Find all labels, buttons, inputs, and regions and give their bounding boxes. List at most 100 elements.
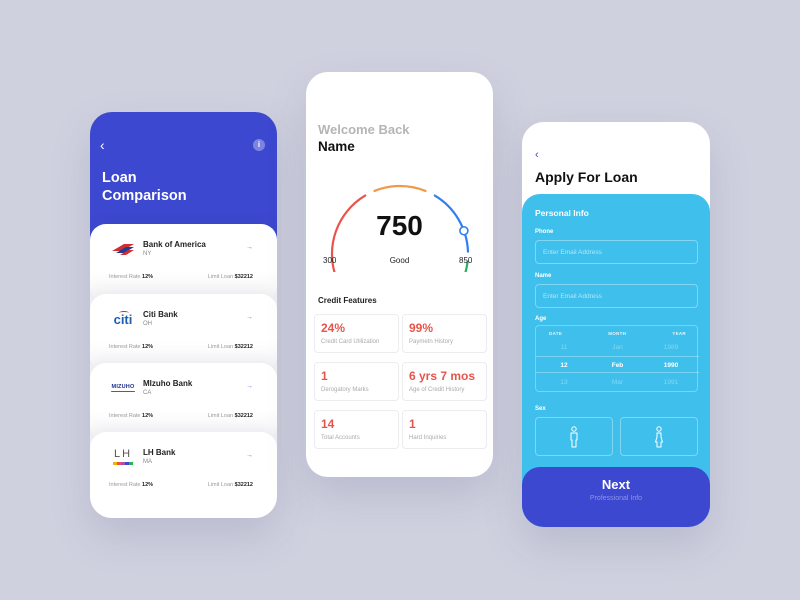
bank-card-bank-of-america[interactable]: Bank of America NY → Interest Rate 12% L… xyxy=(90,224,277,302)
bank-state: OH xyxy=(143,321,152,327)
feature-label: Total Accounts xyxy=(321,435,360,441)
limit-label: Limit Loan xyxy=(207,274,234,280)
bank-card-lh[interactable]: LH LH Bank MA → Interest Rate 12% Limit … xyxy=(90,432,277,518)
interest-label: Interest Rate xyxy=(109,482,141,488)
page-title: Apply For Loan xyxy=(535,169,638,185)
back-chevron-icon[interactable]: ‹ xyxy=(535,149,539,161)
date-picker[interactable]: DATE MONTH YEAR 11 Jan 1989 12 Feb 1990 … xyxy=(535,325,699,392)
feature-card-payment-history[interactable]: 99% Paymetn History xyxy=(402,314,487,353)
welcome-text: Welcome Back xyxy=(318,122,410,137)
sex-label: Sex xyxy=(535,406,546,412)
arrow-right-icon[interactable]: → xyxy=(246,244,253,251)
feature-label: Credit Card Utilization xyxy=(321,339,380,345)
picker-month: Jan xyxy=(612,344,623,351)
name-input[interactable] xyxy=(535,284,698,308)
interest-value: 12% xyxy=(142,344,154,350)
interest-value: 12% xyxy=(142,482,154,488)
gauge-segment-orange xyxy=(373,184,427,193)
next-button[interactable]: Next Professional Info xyxy=(522,467,710,527)
info-icon[interactable]: i xyxy=(253,139,265,151)
back-chevron-icon[interactable]: ‹ xyxy=(100,138,105,152)
bank-card-citi[interactable]: citi Citi Bank OH → Interest Rate 12% Li… xyxy=(90,294,277,372)
limit-value: $32212 xyxy=(234,413,253,419)
credit-features-title: Credit Features xyxy=(318,296,377,305)
lh-color-bar xyxy=(113,462,133,465)
limit-loan: Limit Loan $32212 xyxy=(208,413,253,419)
user-name: Name xyxy=(318,139,355,154)
year-header: YEAR xyxy=(672,331,686,336)
picker-year: 1990 xyxy=(663,362,679,369)
picker-row-prev[interactable]: 11 Jan 1989 xyxy=(536,339,699,356)
bank-card-mizuho[interactable]: MIZUHO MIzuho Bank CA → Interest Rate 12… xyxy=(90,363,277,441)
feature-value: 1 xyxy=(409,417,416,431)
feature-value: 6 yrs 7 mos xyxy=(409,369,476,383)
date-header: DATE xyxy=(549,331,563,336)
limit-value: $32212 xyxy=(234,344,253,350)
picker-date: 11 xyxy=(560,344,568,351)
interest-rate: Interest Rate 12% xyxy=(109,344,153,350)
interest-rate: Interest Rate 12% xyxy=(109,274,153,280)
limit-loan: Limit Loan $32212 xyxy=(208,344,253,350)
limit-label: Limit Loan xyxy=(207,482,234,488)
feature-label: Derogatory Marks xyxy=(321,387,369,393)
age-label: Age xyxy=(535,316,547,322)
picker-year: 1991 xyxy=(663,379,679,386)
name-label: Name xyxy=(535,273,552,279)
feature-card-derogatory-marks[interactable]: 1 Derogatory Marks xyxy=(314,362,399,401)
interest-rate: Interest Rate 12% xyxy=(109,413,153,419)
phone-label: Phone xyxy=(535,229,554,235)
picker-row-next[interactable]: 13 Mar 1991 xyxy=(536,374,699,391)
gauge-max-label: 850 xyxy=(459,256,473,265)
feature-value: 24% xyxy=(321,321,346,335)
limit-loan: Limit Loan $32212 xyxy=(208,482,253,488)
interest-value: 12% xyxy=(142,274,154,280)
lh-logo: LH xyxy=(110,446,136,468)
arrow-right-icon[interactable]: → xyxy=(246,383,253,390)
arrow-right-icon[interactable]: → xyxy=(246,314,253,321)
sex-female-button[interactable] xyxy=(620,417,698,456)
interest-rate: Interest Rate 12% xyxy=(109,482,153,488)
feature-card-hard-inquiries[interactable]: 1 Hard Inquiries xyxy=(402,410,487,449)
limit-label: Limit Loan xyxy=(207,413,234,419)
bank-name: Bank of America xyxy=(143,240,206,249)
next-label: Next xyxy=(601,477,631,492)
bank-state: MA xyxy=(143,459,152,465)
phone-input[interactable] xyxy=(535,240,698,264)
feature-card-utilization[interactable]: 24% Credit Card Utilization xyxy=(314,314,399,353)
sex-male-button[interactable] xyxy=(535,417,613,456)
title-line-1: Loan xyxy=(102,170,137,186)
male-icon xyxy=(570,425,578,447)
interest-label: Interest Rate xyxy=(109,274,141,280)
credit-score-screen: Welcome Back Name 750 300 Good 850 Credi… xyxy=(306,72,493,477)
feature-label: Age of Credit History xyxy=(409,387,465,393)
limit-label: Limit Loan xyxy=(207,344,234,350)
feature-value: 14 xyxy=(321,417,335,431)
feature-card-total-accounts[interactable]: 14 Total Accounts xyxy=(314,410,399,449)
bank-state: NY xyxy=(143,251,152,257)
bank-name: MIzuho Bank xyxy=(143,379,193,388)
feature-label: Paymetn History xyxy=(409,339,454,345)
mizuho-underline xyxy=(111,390,135,393)
picker-date: 13 xyxy=(560,379,568,386)
apply-for-loan-screen: ‹ Apply For Loan Personal Info Phone Nam… xyxy=(522,122,710,527)
bank-of-america-logo xyxy=(110,238,136,260)
mizuho-logo: MIZUHO xyxy=(110,377,136,399)
arrow-right-icon[interactable]: → xyxy=(246,452,253,459)
picker-year: 1989 xyxy=(663,344,679,351)
picker-month: Mar xyxy=(611,379,624,386)
picker-month: Feb xyxy=(611,362,624,369)
lh-logo-text: LH xyxy=(113,448,133,460)
section-title: Personal Info xyxy=(535,208,589,218)
picker-header: DATE MONTH YEAR xyxy=(536,331,699,336)
feature-value: 99% xyxy=(409,321,434,335)
bank-name: LH Bank xyxy=(143,448,176,457)
page-title: Loan Comparison xyxy=(102,169,187,205)
picker-row-selected[interactable]: 12 Feb 1990 xyxy=(536,356,699,373)
mizuho-logo-text: MIZUHO xyxy=(111,383,135,390)
interest-value: 12% xyxy=(142,413,154,419)
feature-card-credit-age[interactable]: 6 yrs 7 mos Age of Credit History xyxy=(402,362,487,401)
limit-value: $32212 xyxy=(234,274,253,280)
bank-state: CA xyxy=(143,390,152,396)
limit-value: $32212 xyxy=(234,482,253,488)
loan-comparison-screen: ‹ i Loan Comparison Bank of America NY →… xyxy=(90,112,277,518)
